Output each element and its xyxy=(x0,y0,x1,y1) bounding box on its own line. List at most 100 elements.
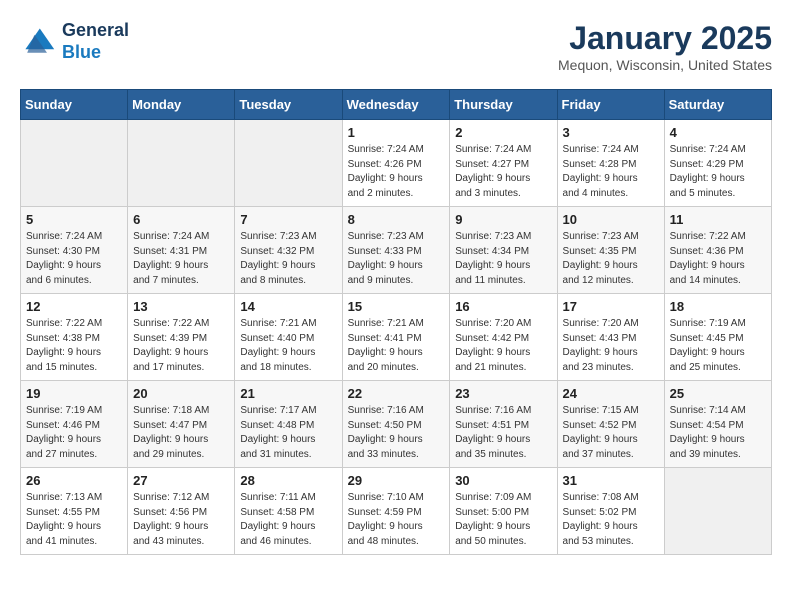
calendar-cell: 27Sunrise: 7:12 AMSunset: 4:56 PMDayligh… xyxy=(128,468,235,555)
calendar-cell: 24Sunrise: 7:15 AMSunset: 4:52 PMDayligh… xyxy=(557,381,664,468)
day-info: Sunrise: 7:21 AMSunset: 4:40 PMDaylight:… xyxy=(240,317,336,375)
calendar-cell: 4 Sunrise: 7:24 AMSunset: 4:29 PMDaylight… xyxy=(664,120,771,207)
calendar-cell: 12 Sunrise: 7:22 AMSunset: 4:38 PMDayligh… xyxy=(21,294,128,381)
day-info: Sunrise: 7:24 AMSunset: 4:29 PMDaylight:… xyxy=(670,143,766,201)
week-row-5: 26 Sunrise: 7:13 AMSunset: 4:55 PMDayligh… xyxy=(21,468,772,555)
calendar-cell: 3 Sunrise: 7:24 AMSunset: 4:28 PMDaylight… xyxy=(557,120,664,207)
calendar-cell: 9 Sunrise: 7:23 AMSunset: 4:34 PMDaylight… xyxy=(450,207,557,294)
week-row-1: 1Sunrise: 7:24 AMSunset: 4:26 PMDaylight… xyxy=(21,120,772,207)
day-info: Sunrise: 7:23 AMSunset: 4:34 PMDaylight:… xyxy=(455,230,551,288)
day-number: 4 xyxy=(670,125,766,140)
header-tuesday: Tuesday xyxy=(235,90,342,120)
calendar-cell: 10 Sunrise: 7:23 AMSunset: 4:35 PMDayligh… xyxy=(557,207,664,294)
calendar-cell: 17 Sunrise: 7:20 AMSunset: 4:43 PMDayligh… xyxy=(557,294,664,381)
calendar-cell xyxy=(128,120,235,207)
day-info: Sunrise: 7:22 AMSunset: 4:36 PMDaylight:… xyxy=(670,230,766,288)
calendar-cell: 21Sunrise: 7:17 AMSunset: 4:48 PMDayligh… xyxy=(235,381,342,468)
calendar-cell: 1Sunrise: 7:24 AMSunset: 4:26 PMDaylight… xyxy=(342,120,450,207)
calendar-cell: 13 Sunrise: 7:22 AMSunset: 4:39 PMDayligh… xyxy=(128,294,235,381)
header-friday: Friday xyxy=(557,90,664,120)
calendar-cell: 22 Sunrise: 7:16 AMSunset: 4:50 PMDayligh… xyxy=(342,381,450,468)
day-number: 19 xyxy=(26,386,122,401)
day-number: 28 xyxy=(240,473,336,488)
day-info: Sunrise: 7:23 AMSunset: 4:33 PMDaylight:… xyxy=(348,230,445,288)
day-info: Sunrise: 7:24 AMSunset: 4:27 PMDaylight:… xyxy=(455,143,551,201)
week-row-3: 12 Sunrise: 7:22 AMSunset: 4:38 PMDayligh… xyxy=(21,294,772,381)
calendar-cell: 14 Sunrise: 7:21 AMSunset: 4:40 PMDayligh… xyxy=(235,294,342,381)
day-number: 12 xyxy=(26,299,122,314)
day-number: 25 xyxy=(670,386,766,401)
day-number: 18 xyxy=(670,299,766,314)
day-info: Sunrise: 7:24 AMSunset: 4:28 PMDaylight:… xyxy=(563,143,659,201)
calendar-cell: 6 Sunrise: 7:24 AMSunset: 4:31 PMDaylight… xyxy=(128,207,235,294)
header-sunday: Sunday xyxy=(21,90,128,120)
calendar-cell: 5 Sunrise: 7:24 AMSunset: 4:30 PMDaylight… xyxy=(21,207,128,294)
day-number: 6 xyxy=(133,212,229,227)
calendar-cell: 2Sunrise: 7:24 AMSunset: 4:27 PMDaylight… xyxy=(450,120,557,207)
day-number: 14 xyxy=(240,299,336,314)
day-number: 17 xyxy=(563,299,659,314)
day-info: Sunrise: 7:16 AMSunset: 4:51 PMDaylight:… xyxy=(455,404,551,462)
calendar-cell: 25 Sunrise: 7:14 AMSunset: 4:54 PMDayligh… xyxy=(664,381,771,468)
day-number: 10 xyxy=(563,212,659,227)
day-number: 3 xyxy=(563,125,659,140)
day-number: 15 xyxy=(348,299,445,314)
calendar-cell xyxy=(664,468,771,555)
calendar-cell: 20Sunrise: 7:18 AMSunset: 4:47 PMDayligh… xyxy=(128,381,235,468)
calendar-cell: 28 Sunrise: 7:11 AMSunset: 4:58 PMDayligh… xyxy=(235,468,342,555)
header-monday: Monday xyxy=(128,90,235,120)
calendar-cell: 11 Sunrise: 7:22 AMSunset: 4:36 PMDayligh… xyxy=(664,207,771,294)
day-number: 22 xyxy=(348,386,445,401)
day-number: 5 xyxy=(26,212,122,227)
calendar-cell: 19 Sunrise: 7:19 AMSunset: 4:46 PMDayligh… xyxy=(21,381,128,468)
calendar-cell: 29 Sunrise: 7:10 AMSunset: 4:59 PMDayligh… xyxy=(342,468,450,555)
day-info: Sunrise: 7:11 AMSunset: 4:58 PMDaylight:… xyxy=(240,491,336,549)
calendar-cell: 26 Sunrise: 7:13 AMSunset: 4:55 PMDayligh… xyxy=(21,468,128,555)
calendar-cell: 7Sunrise: 7:23 AMSunset: 4:32 PMDaylight… xyxy=(235,207,342,294)
day-number: 7 xyxy=(240,212,336,227)
day-info: Sunrise: 7:22 AMSunset: 4:38 PMDaylight:… xyxy=(26,317,122,375)
day-info: Sunrise: 7:10 AMSunset: 4:59 PMDaylight:… xyxy=(348,491,445,549)
day-info: Sunrise: 7:09 AMSunset: 5:00 PMDaylight:… xyxy=(455,491,551,549)
day-info: Sunrise: 7:22 AMSunset: 4:39 PMDaylight:… xyxy=(133,317,229,375)
day-number: 16 xyxy=(455,299,551,314)
day-number: 11 xyxy=(670,212,766,227)
day-number: 13 xyxy=(133,299,229,314)
logo-line1: General xyxy=(62,20,129,42)
day-number: 9 xyxy=(455,212,551,227)
day-number: 29 xyxy=(348,473,445,488)
day-number: 21 xyxy=(240,386,336,401)
week-row-4: 19 Sunrise: 7:19 AMSunset: 4:46 PMDayligh… xyxy=(21,381,772,468)
calendar-table: SundayMondayTuesdayWednesdayThursdayFrid… xyxy=(20,89,772,555)
day-info: Sunrise: 7:24 AMSunset: 4:31 PMDaylight:… xyxy=(133,230,229,288)
page-header: General Blue January 2025 Mequon, Wiscon… xyxy=(20,20,772,73)
day-info: Sunrise: 7:08 AMSunset: 5:02 PMDaylight:… xyxy=(563,491,659,549)
logo-icon xyxy=(20,24,56,60)
calendar-cell: 31 Sunrise: 7:08 AMSunset: 5:02 PMDayligh… xyxy=(557,468,664,555)
day-info: Sunrise: 7:24 AMSunset: 4:30 PMDaylight:… xyxy=(26,230,122,288)
calendar-cell: 18 Sunrise: 7:19 AMSunset: 4:45 PMDayligh… xyxy=(664,294,771,381)
day-number: 26 xyxy=(26,473,122,488)
day-info: Sunrise: 7:20 AMSunset: 4:43 PMDaylight:… xyxy=(563,317,659,375)
day-info: Sunrise: 7:19 AMSunset: 4:46 PMDaylight:… xyxy=(26,404,122,462)
day-info: Sunrise: 7:20 AMSunset: 4:42 PMDaylight:… xyxy=(455,317,551,375)
calendar-header-row: SundayMondayTuesdayWednesdayThursdayFrid… xyxy=(21,90,772,120)
logo-line2: Blue xyxy=(62,42,129,64)
week-row-2: 5 Sunrise: 7:24 AMSunset: 4:30 PMDaylight… xyxy=(21,207,772,294)
day-number: 20 xyxy=(133,386,229,401)
day-info: Sunrise: 7:16 AMSunset: 4:50 PMDaylight:… xyxy=(348,404,445,462)
day-number: 24 xyxy=(563,386,659,401)
day-number: 8 xyxy=(348,212,445,227)
header-thursday: Thursday xyxy=(450,90,557,120)
day-info: Sunrise: 7:24 AMSunset: 4:26 PMDaylight:… xyxy=(348,143,445,201)
day-info: Sunrise: 7:14 AMSunset: 4:54 PMDaylight:… xyxy=(670,404,766,462)
title-block: January 2025 Mequon, Wisconsin, United S… xyxy=(558,20,772,73)
logo: General Blue xyxy=(20,20,129,63)
day-info: Sunrise: 7:21 AMSunset: 4:41 PMDaylight:… xyxy=(348,317,445,375)
location: Mequon, Wisconsin, United States xyxy=(558,57,772,73)
day-info: Sunrise: 7:12 AMSunset: 4:56 PMDaylight:… xyxy=(133,491,229,549)
day-info: Sunrise: 7:23 AMSunset: 4:35 PMDaylight:… xyxy=(563,230,659,288)
day-info: Sunrise: 7:19 AMSunset: 4:45 PMDaylight:… xyxy=(670,317,766,375)
day-info: Sunrise: 7:13 AMSunset: 4:55 PMDaylight:… xyxy=(26,491,122,549)
day-number: 31 xyxy=(563,473,659,488)
